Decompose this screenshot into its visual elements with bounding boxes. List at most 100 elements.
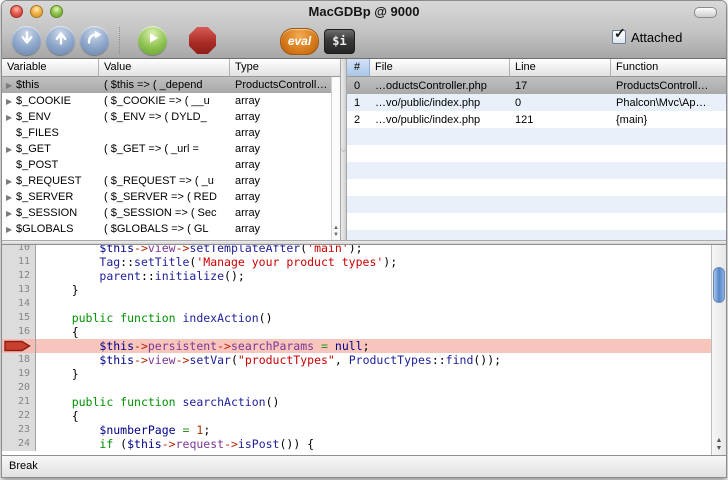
zoom-button[interactable] <box>50 5 63 18</box>
variable-name: $this <box>16 79 39 91</box>
arrow-down-icon <box>19 30 35 51</box>
variable-row[interactable]: ▶$_SERVER( $_SERVER => ( REDarray <box>2 189 340 205</box>
code-line: $this->persistent->searchParams = null; <box>2 339 711 353</box>
inspector-button[interactable]: $i <box>324 29 355 54</box>
variable-type-cell: array <box>230 159 340 171</box>
step-out-button[interactable] <box>46 26 75 55</box>
code-token: searchParams <box>231 339 314 353</box>
code-token: } <box>44 367 79 381</box>
code-token: public function <box>72 311 183 325</box>
code-token <box>44 255 99 269</box>
gutter-line-number[interactable]: 15 <box>2 311 36 325</box>
code-token: :: <box>120 255 134 269</box>
vertical-splitter[interactable] <box>340 59 347 240</box>
code-token: -> <box>134 353 148 367</box>
gutter-line-number[interactable]: 11 <box>2 255 36 269</box>
attached-control: ✓ Attached <box>612 30 682 45</box>
close-button[interactable] <box>10 5 23 18</box>
minimize-button[interactable] <box>30 5 43 18</box>
variable-value-cell: ( $this => ( _depend <box>99 79 230 91</box>
variable-row[interactable]: ▶$_SESSION ( $_SESSION => ( Secarray <box>2 205 340 221</box>
code-token: ); <box>349 245 363 255</box>
variable-name-cell: $_POST <box>2 159 99 171</box>
gutter-line-number[interactable]: 24 <box>2 437 36 451</box>
variable-row[interactable]: ▶$_ENV( $_ENV => ( DYLD_array <box>2 109 340 125</box>
variable-row[interactable]: ▶$_COOKIE( $_COOKIE => ( __uarray <box>2 93 340 109</box>
disclosure-triangle-icon[interactable]: ▶ <box>2 209 16 218</box>
column-header-function[interactable]: Function <box>611 59 726 77</box>
gutter-line-number[interactable]: 22 <box>2 409 36 423</box>
code-line: 15 public function indexAction() <box>2 311 711 325</box>
gutter-line-number[interactable]: 10 <box>2 245 36 255</box>
stack-frame-row[interactable]: 1…vo/public/index.php0Phalcon\Mvc\Ap… <box>347 94 726 111</box>
scroll-arrows-icon[interactable]: ▲▼ <box>712 437 726 453</box>
variable-name: $_ENV <box>16 111 51 123</box>
code-text: parent::initialize(); <box>36 269 711 283</box>
disclosure-triangle-icon[interactable]: ▶ <box>2 97 16 106</box>
variable-row[interactable]: ▶$this( $this => ( _dependProductsContro… <box>2 77 340 93</box>
disclosure-triangle-icon[interactable]: ▶ <box>2 225 16 234</box>
title-bar[interactable]: MacGDBp @ 9000 <box>2 1 726 23</box>
code-scrollbar[interactable]: ▲▼ <box>711 245 726 455</box>
frame-function-cell: {main} <box>611 114 726 126</box>
column-header-value[interactable]: Value <box>99 59 230 77</box>
variable-row[interactable]: ▶$_GET( $_GET => ( _url =array <box>2 141 340 157</box>
code-token: ; <box>363 339 370 353</box>
arrow-up-icon <box>53 30 69 51</box>
stack-frame-row[interactable]: 2…vo/public/index.php121{main} <box>347 111 726 128</box>
variable-name: $_SESSION <box>16 207 77 219</box>
variable-row[interactable]: ▶$GLOBALS( $GLOBALS => ( GLarray <box>2 221 340 237</box>
attached-checkbox[interactable]: ✓ <box>612 30 626 44</box>
code-token: parent <box>99 269 141 283</box>
column-header-line[interactable]: Line <box>510 59 611 77</box>
step-in-button[interactable] <box>12 26 41 55</box>
gutter-line-number[interactable]: 18 <box>2 353 36 367</box>
scroll-arrows-icon[interactable]: ▲▼ <box>332 225 340 239</box>
upper-panels: Variable Value Type ▶$this( $this => ( _… <box>2 59 726 240</box>
variable-type-cell: array <box>230 207 340 219</box>
column-header-number[interactable]: # <box>347 59 370 77</box>
code-token: view <box>148 245 176 255</box>
column-header-file[interactable]: File <box>370 59 510 77</box>
gutter-line-number[interactable] <box>2 339 36 353</box>
gutter-line-number[interactable]: 21 <box>2 395 36 409</box>
frame-number-cell: 2 <box>347 114 370 126</box>
gutter-line-number[interactable]: 13 <box>2 283 36 297</box>
code-token: :: <box>141 269 155 283</box>
run-button[interactable] <box>138 26 167 55</box>
stack-frame-row[interactable]: 0…oductsController.php17ProductsControll… <box>347 77 726 94</box>
stop-button[interactable] <box>189 27 216 54</box>
variable-name-cell: $_FILES <box>2 127 99 139</box>
disclosure-triangle-icon[interactable]: ▶ <box>2 145 16 154</box>
disclosure-triangle-icon[interactable]: ▶ <box>2 81 16 90</box>
scrollbar-thumb[interactable] <box>713 267 725 303</box>
code-token: initialize <box>155 269 224 283</box>
variable-value-cell: ( $_SESSION => ( Sec <box>99 207 230 219</box>
stack-empty-stripes <box>347 128 726 240</box>
toolbar-toggle-pill-button[interactable] <box>694 7 717 18</box>
eval-button[interactable]: eval <box>280 28 319 55</box>
code-token: = <box>321 339 328 353</box>
variable-row[interactable]: ▶$_REQUEST( $_REQUEST => ( _uarray <box>2 173 340 189</box>
variable-row[interactable]: $_FILESarray <box>2 125 340 141</box>
gutter-line-number[interactable]: 23 <box>2 423 36 437</box>
gutter-line-number[interactable]: 14 <box>2 297 36 311</box>
curved-arrow-icon <box>86 30 103 51</box>
macgdbp-window: MacGDBp @ 9000 <box>1 0 727 478</box>
step-over-button[interactable] <box>80 26 109 55</box>
disclosure-triangle-icon[interactable]: ▶ <box>2 113 16 122</box>
variable-row[interactable]: $_POST array <box>2 157 340 173</box>
variables-scrollbar[interactable]: ▲▼ <box>331 77 340 240</box>
gutter-line-number[interactable]: 20 <box>2 381 36 395</box>
gutter-line-number[interactable]: 12 <box>2 269 36 283</box>
disclosure-triangle-icon[interactable]: ▶ <box>2 193 16 202</box>
gutter-line-number[interactable]: 19 <box>2 367 36 381</box>
code-token: ()) { <box>279 437 314 451</box>
disclosure-triangle-icon[interactable]: ▶ <box>2 177 16 186</box>
column-header-variable[interactable]: Variable <box>2 59 99 77</box>
code-text: { <box>36 325 711 339</box>
gutter-line-number[interactable]: 16 <box>2 325 36 339</box>
column-header-type[interactable]: Type <box>230 59 340 77</box>
code-token: $this <box>127 437 162 451</box>
frame-function-cell: ProductsControll… <box>611 80 726 92</box>
